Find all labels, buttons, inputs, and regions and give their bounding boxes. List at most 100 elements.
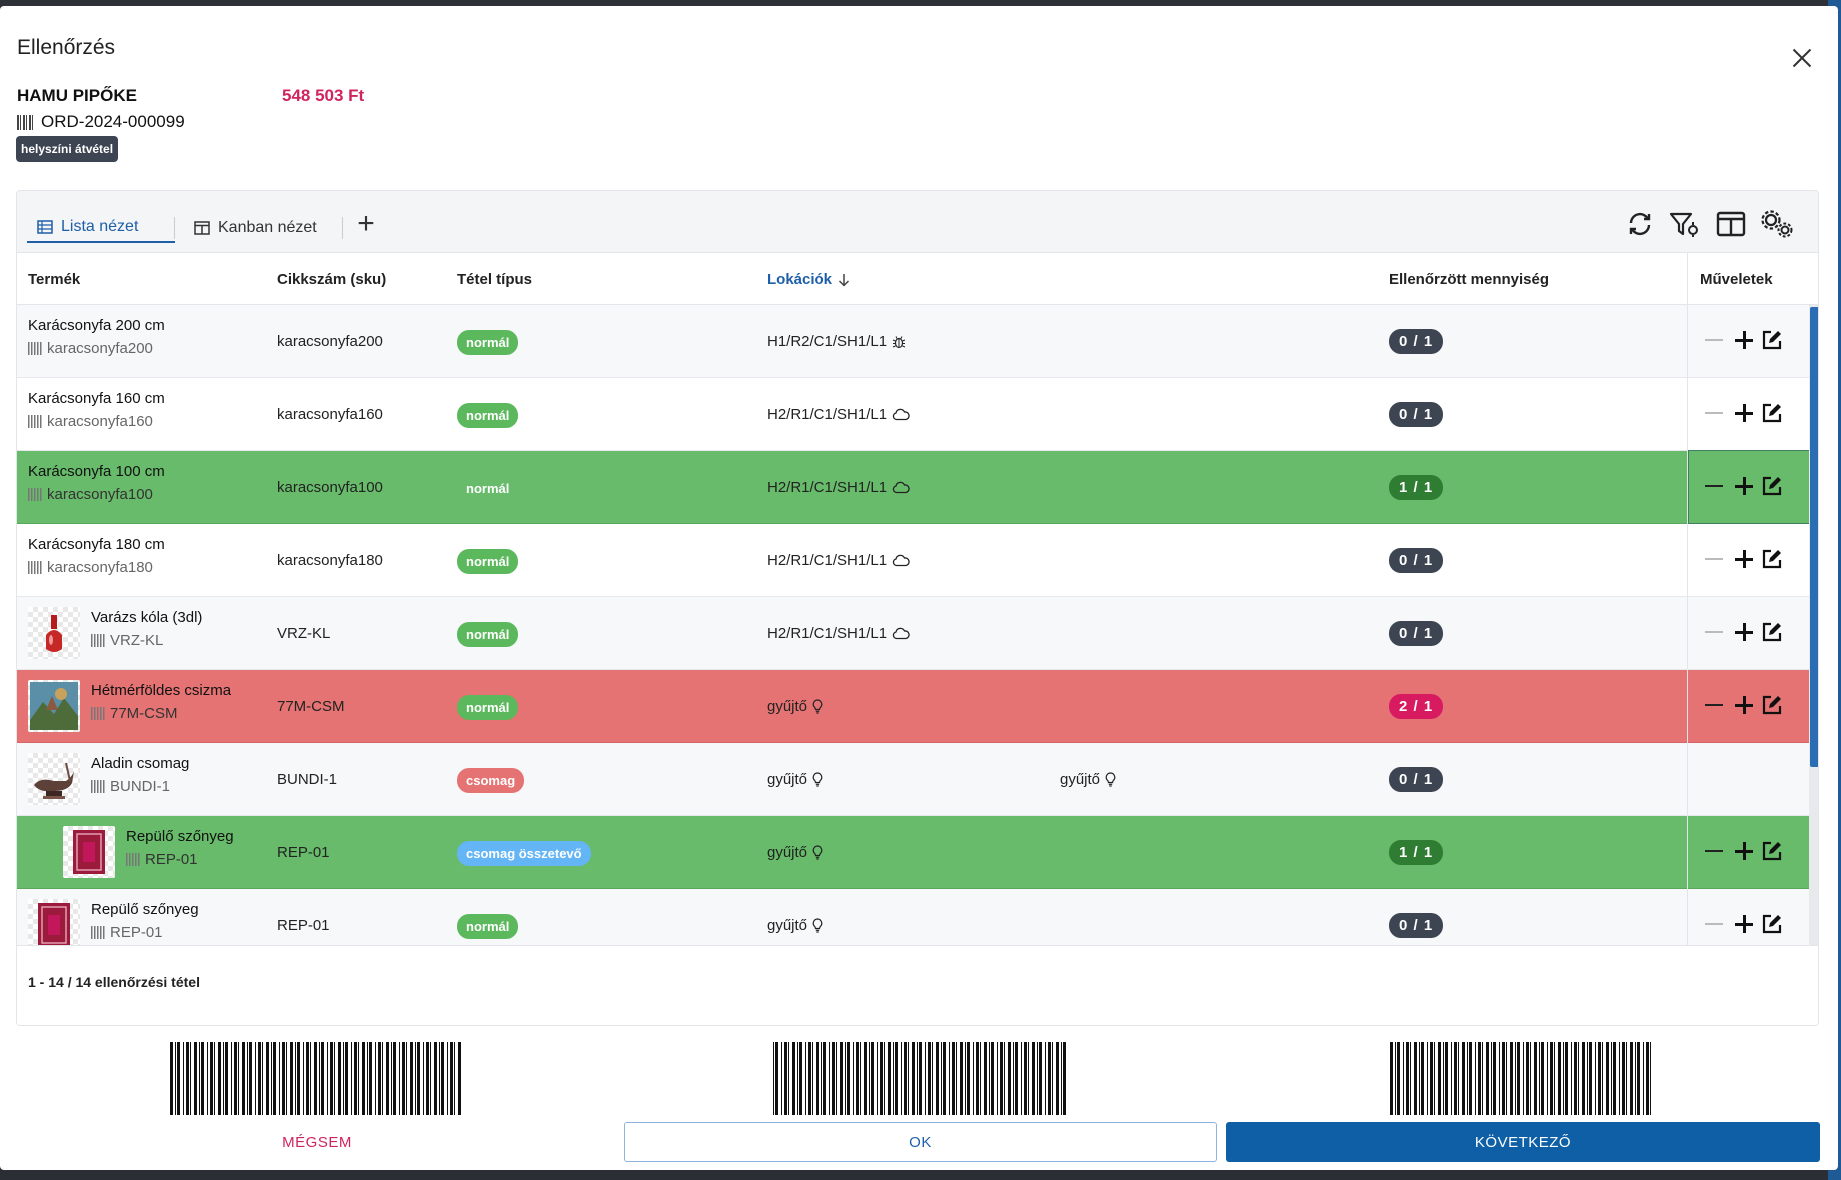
decrease-qty-button[interactable] (1703, 840, 1725, 862)
location-text: gyűjtő (767, 917, 808, 934)
tab-kanban-view[interactable]: Kanban nézet (184, 213, 327, 243)
product-name: Repülő szőnyeg (91, 901, 199, 918)
increase-qty-button[interactable] (1733, 621, 1755, 643)
edit-icon[interactable] (1761, 329, 1783, 351)
edit-icon[interactable] (1761, 840, 1783, 862)
item-type-badge: normál (457, 914, 519, 939)
location-cell: gyűjtő (767, 771, 823, 788)
barcode-icon (17, 114, 35, 130)
order-total: 548 503 Ft (282, 86, 365, 105)
item-type-badge: csomag összetevő (457, 841, 591, 866)
delivery-badge: helyszíni átvétel (16, 136, 119, 162)
next-button[interactable]: KÖVETKEZŐ (1226, 1122, 1820, 1162)
location-cell: H2/R1/C1/SH1/L1 (767, 552, 910, 569)
table-row[interactable]: Karácsonyfa 180 cm karacsonyfa180 karacs… (17, 524, 1809, 597)
edit-icon[interactable] (1761, 913, 1783, 935)
product-cell: Hétmérföldes csizma 77M-CSM (91, 682, 231, 722)
decrease-qty-button[interactable] (1703, 475, 1725, 497)
increase-qty-button[interactable] (1733, 329, 1755, 351)
increase-qty-button[interactable] (1733, 402, 1755, 424)
table-footer: 1 - 14 / 14 ellenőrzési tétel (17, 945, 1818, 1025)
increase-qty-button[interactable] (1733, 840, 1755, 862)
table-row[interactable]: Karácsonyfa 100 cm karacsonyfa100 karacs… (17, 450, 1809, 524)
column-header-type[interactable]: Tétel típus (457, 271, 532, 288)
decrease-qty-button[interactable] (1703, 694, 1725, 716)
row-actions (1689, 597, 1809, 669)
increase-qty-button[interactable] (1733, 694, 1755, 716)
table-row[interactable]: Repülő szőnyeg REP-01 REP-01 csomag össze… (17, 816, 1809, 889)
close-icon[interactable] (1788, 44, 1816, 72)
column-header-sku[interactable]: Cikkszám (sku) (277, 271, 386, 288)
lightbulb-icon (812, 699, 823, 714)
order-id-text: ORD-2024-000099 (41, 112, 185, 131)
location-text: H2/R1/C1/SH1/L1 (767, 625, 888, 642)
increase-qty-button[interactable] (1733, 548, 1755, 570)
column-header-location[interactable]: Lokációk (767, 271, 850, 288)
item-type-badge: csomag (457, 768, 525, 793)
checked-qty-badge: 0 / 1 (1389, 621, 1444, 646)
edit-icon[interactable] (1761, 694, 1783, 716)
product-name: Karácsonyfa 100 cm (28, 463, 165, 480)
edit-icon[interactable] (1761, 621, 1783, 643)
decrease-qty-button[interactable] (1703, 621, 1725, 643)
check-dialog: Ellenőrzés HAMU PIPŐKE 548 503 Ft ORD-20… (0, 6, 1838, 1170)
table-row[interactable]: Karácsonyfa 160 cm karacsonyfa160 karacs… (17, 378, 1809, 451)
edit-icon[interactable] (1761, 475, 1783, 497)
checked-qty-badge: 0 / 1 (1389, 329, 1444, 354)
add-view-button[interactable]: + (352, 209, 380, 239)
tab-list-view[interactable]: Lista nézet (27, 213, 175, 243)
cancel-button[interactable]: MÉGSEM (12, 1122, 622, 1162)
location-cell: H1/R2/C1/SH1/L1 (767, 333, 906, 350)
product-barcode: BUNDI-1 (91, 778, 189, 795)
columns-icon[interactable] (1714, 207, 1748, 241)
checked-qty-badge: 0 / 1 (1389, 913, 1444, 938)
ok-button[interactable]: OK (624, 1122, 1217, 1162)
column-header-product[interactable]: Termék (28, 271, 80, 288)
filter-settings-icon[interactable] (1668, 207, 1702, 241)
cloud-icon (892, 627, 910, 640)
column-header-checked-qty[interactable]: Ellenőrzött mennyiség (1389, 271, 1549, 288)
edit-icon[interactable] (1761, 548, 1783, 570)
sku-cell: VRZ-KL (277, 625, 331, 642)
location-cell: gyűjtő (767, 917, 823, 934)
product-thumbnail (63, 826, 115, 878)
location-text: gyűjtő (767, 844, 808, 861)
table-row[interactable]: Repülő szőnyeg REP-01 REP-01 normál gyűjtő… (17, 889, 1809, 945)
barcode-icon (126, 853, 141, 866)
barcode-icon (91, 634, 106, 647)
cancel-barcode (170, 1042, 461, 1115)
table-row[interactable]: Aladin csomag BUNDI-1 BUNDI-1 csomag gyűjt… (17, 743, 1809, 816)
product-barcode: REP-01 (91, 924, 199, 941)
decrease-qty-button[interactable] (1703, 329, 1725, 351)
row-actions (1689, 305, 1809, 377)
sku-cell: REP-01 (277, 844, 330, 861)
product-name: Karácsonyfa 160 cm (28, 390, 165, 407)
row-actions (1689, 378, 1809, 450)
edit-icon[interactable] (1761, 402, 1783, 424)
refresh-icon[interactable] (1623, 207, 1657, 241)
settings-icon[interactable] (1760, 207, 1794, 241)
product-cell: Karácsonyfa 180 cm karacsonyfa180 (28, 536, 165, 576)
decrease-qty-button[interactable] (1703, 913, 1725, 935)
table-scrollbar-thumb[interactable] (1810, 307, 1818, 767)
item-type-badge: normál (466, 481, 510, 496)
product-name: Varázs kóla (3dl) (91, 609, 203, 626)
table-row[interactable]: Karácsonyfa 200 cm karacsonyfa200 karacs… (17, 305, 1809, 378)
product-barcode-text: karacsonyfa200 (47, 340, 153, 357)
decrease-qty-button[interactable] (1703, 548, 1725, 570)
product-cell: Karácsonyfa 100 cm karacsonyfa100 (28, 463, 165, 503)
location-text: gyűjtő (767, 698, 808, 715)
location-cell: H2/R1/C1/SH1/L1 (767, 406, 910, 423)
increase-qty-button[interactable] (1733, 475, 1755, 497)
checked-qty-badge: 1 / 1 (1389, 840, 1444, 865)
barcode-icon (28, 561, 43, 574)
decrease-qty-button[interactable] (1703, 402, 1725, 424)
increase-qty-button[interactable] (1733, 913, 1755, 935)
location-text: H2/R1/C1/SH1/L1 (767, 406, 888, 423)
table-row[interactable]: Hétmérföldes csizma 77M-CSM 77M-CSM normá… (17, 670, 1809, 743)
lightbulb-icon (812, 845, 823, 860)
table-row[interactable]: Varázs kóla (3dl) VRZ-KL VRZ-KL normál H2/… (17, 597, 1809, 670)
product-barcode-text: REP-01 (110, 924, 163, 941)
product-barcode: REP-01 (126, 851, 234, 868)
item-type-badge: normál (457, 403, 519, 428)
